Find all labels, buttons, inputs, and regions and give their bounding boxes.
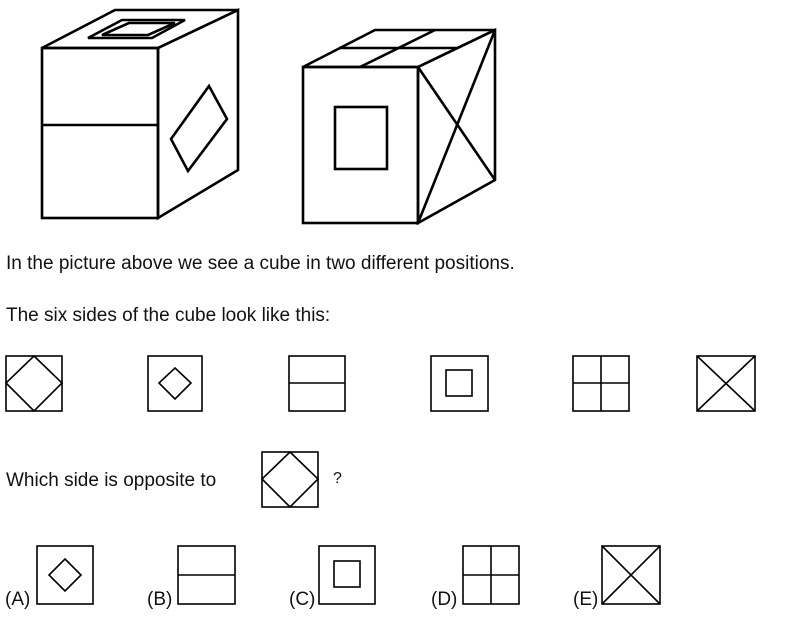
intro-text: In the picture above we see a cube in tw… <box>6 253 515 274</box>
side-four-quadrants <box>572 355 630 412</box>
option-d-face[interactable] <box>462 545 522 607</box>
cube-2-drawing <box>301 27 497 226</box>
question-face-icon <box>260 450 320 509</box>
option-b-face[interactable] <box>177 545 237 607</box>
option-c-label[interactable]: (C) <box>289 590 315 609</box>
sides-text: The six sides of the cube look like this… <box>6 305 331 326</box>
side-x-cross <box>696 355 756 412</box>
cube-1-right-face <box>156 7 240 221</box>
cube-2-front-face <box>301 65 420 225</box>
option-a-face[interactable] <box>36 545 96 607</box>
option-e-face[interactable] <box>601 545 663 607</box>
option-c-face[interactable] <box>318 545 378 607</box>
cube-1-drawing <box>40 7 240 221</box>
option-d-label[interactable]: (D) <box>431 590 457 609</box>
option-b-label[interactable]: (B) <box>147 590 172 609</box>
cube-1-front-face <box>40 46 160 220</box>
question-text: Which side is opposite to <box>6 470 217 491</box>
option-e-label[interactable]: (E) <box>573 590 598 609</box>
side-small-diamond <box>147 355 203 412</box>
side-inner-square <box>430 355 489 412</box>
option-a-label[interactable]: (A) <box>5 590 30 609</box>
side-square-with-diamond <box>4 354 64 413</box>
cube-1-top-face <box>41 8 239 50</box>
question-mark: ? <box>333 470 342 487</box>
side-horizontal-line <box>288 355 346 412</box>
